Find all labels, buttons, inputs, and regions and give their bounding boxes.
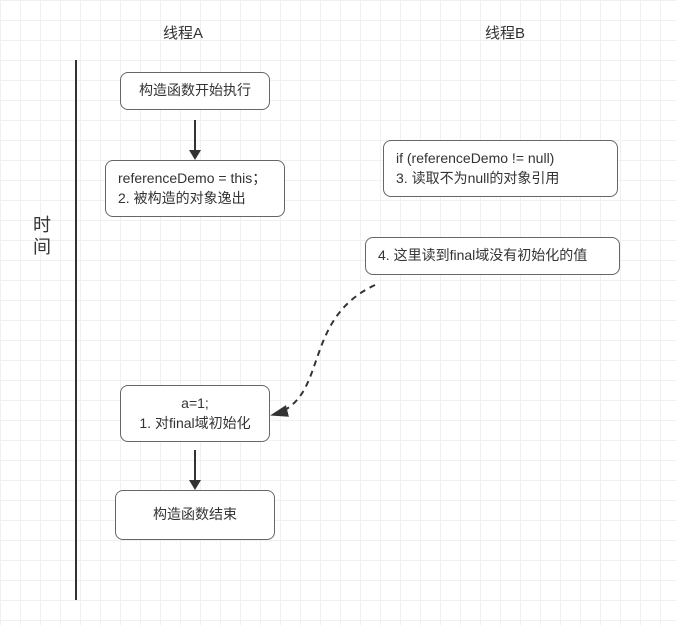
thread-b-label: 线程B	[485, 22, 525, 43]
box-final-init: a=1; 1. 对final域初始化	[120, 385, 270, 442]
box-threadb-final-uninit: 4. 这里读到final域没有初始化的值	[365, 237, 620, 275]
box-final-init-line2: 1. 对final域初始化	[133, 414, 257, 434]
box-escape: referenceDemo = this； 2. 被构造的对象逸出	[105, 160, 285, 217]
dashed-arrow	[0, 0, 676, 625]
arrow-1-line	[194, 120, 196, 152]
arrow-1-head	[189, 150, 201, 160]
box-escape-line1: referenceDemo = this；	[118, 169, 272, 189]
arrow-2-head	[189, 480, 201, 490]
box-ctor-end: 构造函数结束	[115, 490, 275, 540]
box-escape-line2: 2. 被构造的对象逸出	[118, 189, 272, 209]
box-threadb-final-uninit-text: 4. 这里读到final域没有初始化的值	[378, 247, 587, 263]
arrow-2-line	[194, 450, 196, 482]
box-ctor-start-text: 构造函数开始执行	[139, 82, 251, 98]
box-final-init-line1: a=1;	[133, 394, 257, 414]
thread-a-label: 线程A	[163, 22, 203, 43]
box-threadb-read: if (referenceDemo != null) 3. 读取不为null的对…	[383, 140, 618, 197]
box-threadb-read-line1: if (referenceDemo != null)	[396, 149, 605, 169]
timeline-label: 时间	[28, 215, 54, 259]
box-ctor-end-text: 构造函数结束	[153, 506, 237, 522]
timeline-axis	[75, 60, 77, 600]
box-threadb-read-line2: 3. 读取不为null的对象引用	[396, 169, 605, 189]
box-ctor-start: 构造函数开始执行	[120, 72, 270, 110]
